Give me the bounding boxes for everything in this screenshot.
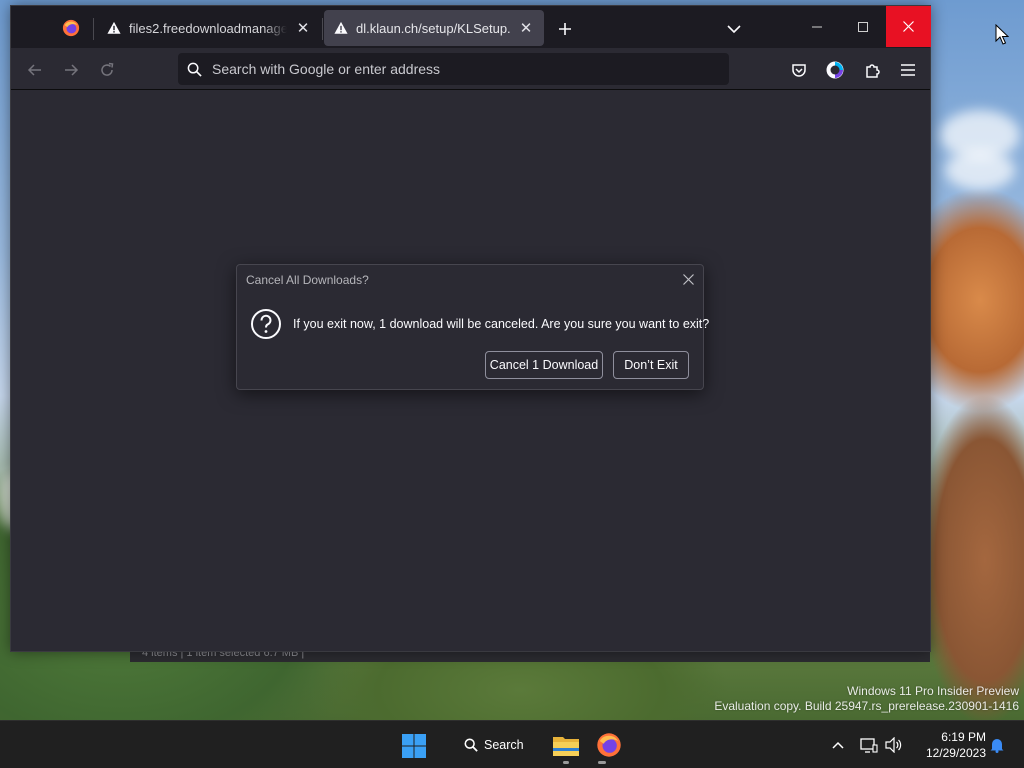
address-input[interactable]	[212, 61, 712, 77]
minimize-button[interactable]	[794, 6, 840, 47]
back-button[interactable]	[21, 56, 49, 84]
account-icon	[826, 61, 844, 79]
taskbar-search-label: Search	[484, 738, 524, 752]
chevron-up-icon	[832, 741, 844, 749]
volume-icon	[885, 737, 902, 753]
firefox-running-indicator	[598, 761, 606, 764]
firefox-icon	[597, 733, 621, 757]
close-icon	[682, 273, 694, 285]
taskbar-search-button[interactable]: Search	[456, 730, 532, 760]
question-icon	[251, 309, 281, 339]
mouse-cursor-icon	[995, 24, 1009, 45]
extensions-button[interactable]	[858, 56, 886, 84]
windows-watermark: Windows 11 Pro Insider Preview Evaluatio…	[699, 684, 1019, 714]
firefox-view-button[interactable]	[49, 14, 93, 42]
maximize-icon	[858, 21, 868, 32]
extensions-icon	[866, 64, 880, 78]
tab-klsetup[interactable]: dl.klaun.ch/setup/KLSetup.exe ✕	[324, 10, 544, 46]
account-button[interactable]	[821, 56, 849, 84]
network-icon	[860, 738, 878, 753]
firefox-icon	[62, 19, 80, 37]
dialog-message: If you exit now, 1 download will be canc…	[293, 317, 710, 331]
clock[interactable]: 6:19 PM 12/29/2023	[910, 729, 986, 761]
windows-start-icon[interactable]	[401, 733, 427, 759]
app-menu-button[interactable]	[894, 56, 922, 84]
watermark-line-2: Evaluation copy. Build 25947.rs_prerelea…	[714, 699, 1019, 713]
tab-bar: files2.freedownloadmanager.org ✕ dl.klau…	[11, 6, 931, 48]
new-tab-button[interactable]	[552, 16, 578, 42]
cancel-download-button[interactable]: Cancel 1 Download	[485, 351, 603, 379]
file-explorer-icon[interactable]	[551, 731, 581, 759]
warning-icon	[334, 21, 348, 34]
maximize-button[interactable]	[840, 6, 886, 47]
taskbar: Search 6:19 PM 12/29/2023	[0, 720, 1024, 768]
search-icon	[464, 738, 478, 752]
dont-exit-button[interactable]: Don’t Exit	[613, 351, 689, 379]
taskbar-firefox-button[interactable]	[594, 730, 624, 760]
clock-date: 12/29/2023	[925, 746, 986, 760]
search-icon	[187, 62, 202, 77]
minimize-icon	[812, 26, 822, 27]
pocket-icon	[792, 64, 806, 77]
dialog-close-button[interactable]	[680, 271, 696, 287]
tab-separator	[322, 18, 323, 40]
clock-time: 6:19 PM	[941, 730, 986, 744]
forward-arrow-icon	[65, 64, 79, 76]
close-icon	[903, 21, 914, 32]
volume-button[interactable]	[883, 734, 905, 756]
close-window-button[interactable]	[886, 6, 931, 47]
chevron-down-icon	[727, 25, 741, 34]
bell-icon	[990, 739, 1004, 753]
forward-button[interactable]	[57, 56, 85, 84]
tab-title: dl.klaun.ch/setup/KLSetup.exe	[356, 20, 510, 36]
tab-separator	[93, 18, 94, 40]
tab-title: files2.freedownloadmanager.org	[129, 20, 287, 36]
cancel-downloads-dialog: Cancel All Downloads? If you exit now, 1…	[236, 264, 709, 390]
explorer-running-indicator	[563, 761, 569, 764]
show-hidden-icons-button[interactable]	[827, 734, 849, 756]
reload-button[interactable]	[93, 56, 121, 84]
watermark-line-1: Windows 11 Pro Insider Preview	[847, 684, 1019, 698]
notifications-button[interactable]	[986, 734, 1008, 756]
close-icon[interactable]: ✕	[518, 20, 534, 37]
close-icon[interactable]: ✕	[295, 20, 311, 37]
menu-icon	[901, 64, 915, 76]
address-bar[interactable]	[178, 53, 729, 85]
plus-icon	[559, 23, 571, 35]
reload-icon	[101, 62, 114, 76]
dialog-title: Cancel All Downloads?	[246, 273, 369, 287]
navigation-toolbar	[11, 48, 930, 90]
pocket-button[interactable]	[785, 56, 813, 84]
warning-icon	[107, 21, 121, 34]
network-button[interactable]	[858, 734, 880, 756]
list-all-tabs-button[interactable]	[721, 16, 747, 42]
back-arrow-icon	[27, 64, 41, 76]
tab-freedownloadmanager[interactable]: files2.freedownloadmanager.org ✕	[97, 10, 321, 46]
